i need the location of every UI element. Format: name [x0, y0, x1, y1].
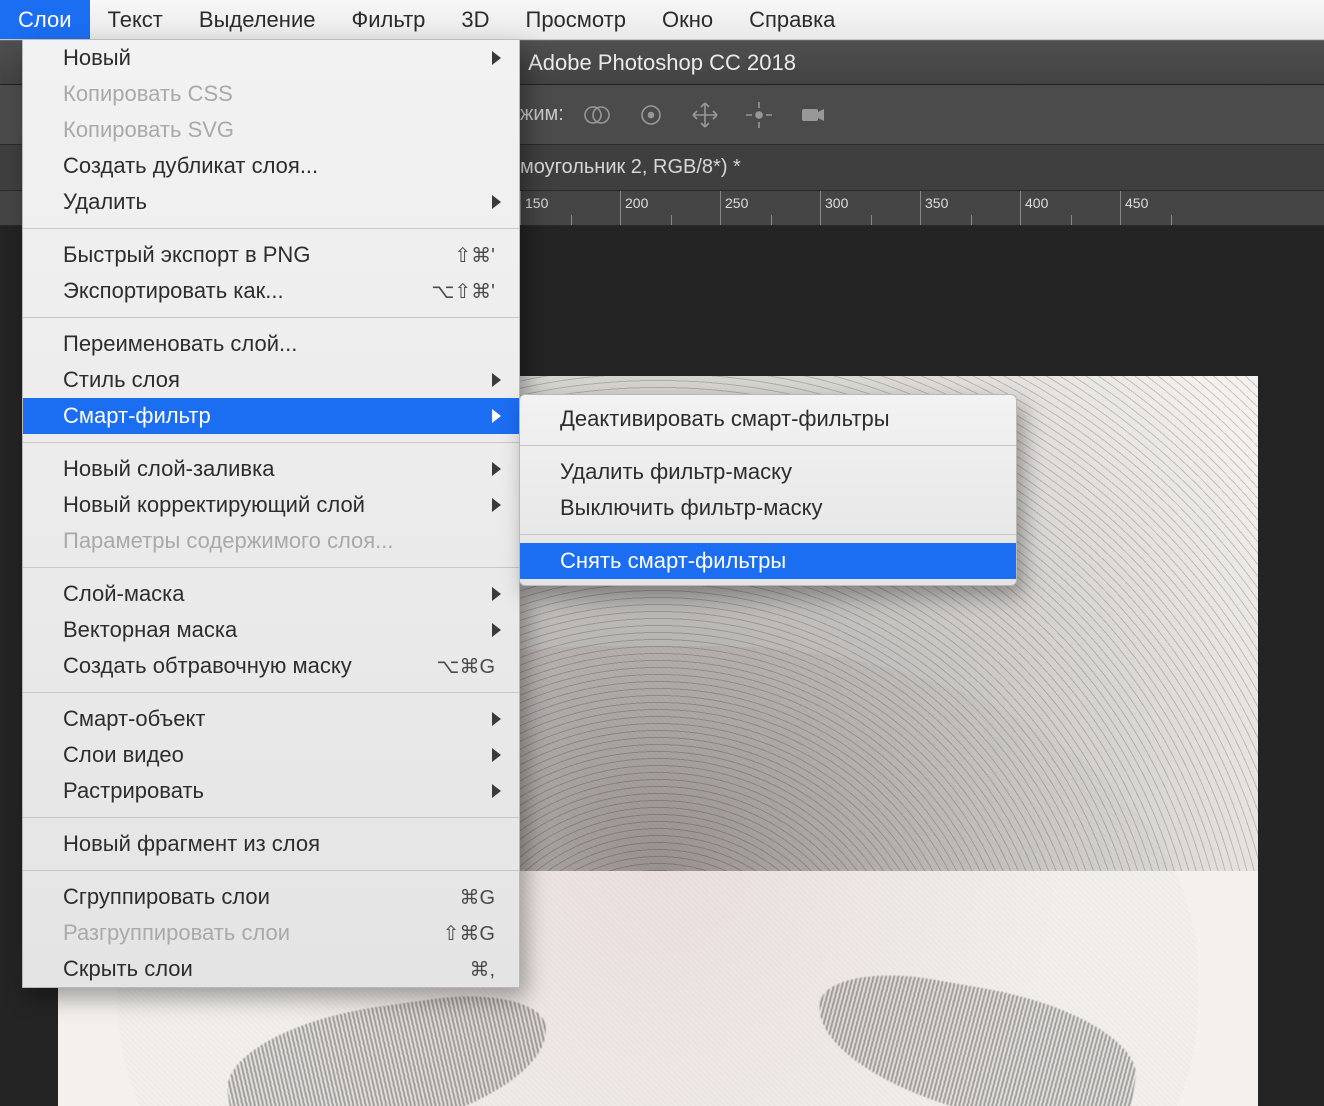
layers_menu-item[interactable]: Переименовать слой...: [23, 326, 519, 362]
menu-item-label: Новый фрагмент из слоя: [63, 831, 320, 857]
smartfilter_submenu-item[interactable]: Выключить фильтр-маску: [520, 490, 1016, 526]
menu-item-label: Скрыть слои: [63, 956, 193, 982]
menu-item-label: Деактивировать смарт-фильтры: [560, 406, 890, 432]
menu-separator: [520, 534, 1016, 535]
menu-item-label: Слой-маска: [63, 581, 185, 607]
menu-item-shortcut: ⌥⇧⌘': [401, 279, 495, 304]
menu-separator: [23, 870, 519, 871]
ruler-tick: 450: [1120, 191, 1220, 225]
layers_menu-item[interactable]: Удалить: [23, 184, 519, 220]
menu-separator: [520, 445, 1016, 446]
layers_menu-item[interactable]: Векторная маска: [23, 612, 519, 648]
ruler-tick: 350: [920, 191, 1020, 225]
menu-item-label: Стиль слоя: [63, 367, 180, 393]
layers_menu-item[interactable]: Новый корректирующий слой: [23, 487, 519, 523]
layers_menu-item[interactable]: Смарт-объект: [23, 701, 519, 737]
camera-icon[interactable]: [796, 98, 830, 132]
smart-filter-submenu: Деактивировать смарт-фильтры Удалить филь…: [519, 394, 1017, 586]
menu-separator: [23, 228, 519, 229]
menu-item-label: Параметры содержимого слоя...: [63, 528, 394, 554]
menu-item-shortcut: ⌘,: [439, 957, 495, 982]
menu-item-label: Экспортировать как...: [63, 278, 284, 304]
menu-item-label: Создать обтравочную маску: [63, 653, 352, 679]
move-arrows-icon[interactable]: [688, 98, 722, 132]
menu-item-shortcut: ⌥⌘G: [406, 654, 495, 679]
menubar-item-text[interactable]: Текст: [90, 0, 181, 39]
menu-item-shortcut: ⇧⌘G: [413, 921, 495, 946]
menu-item-label: Растрировать: [63, 778, 204, 804]
layers_menu-item[interactable]: Новый фрагмент из слоя: [23, 826, 519, 862]
menubar-item-window[interactable]: Окно: [644, 0, 731, 39]
menu-separator: [23, 317, 519, 318]
layers_menu-item[interactable]: Слой-маска: [23, 576, 519, 612]
layers_menu-item[interactable]: Стиль слоя: [23, 362, 519, 398]
menu-item-label: Копировать CSS: [63, 81, 233, 107]
menu-item-label: Выключить фильтр-маску: [560, 495, 822, 521]
layers_menu-item[interactable]: Быстрый экспорт в PNG ⇧⌘': [23, 237, 519, 273]
layers_menu-item: Копировать CSS: [23, 76, 519, 112]
ruler-tick: 150: [520, 191, 620, 225]
layers_menu-item: Разгруппировать слои ⇧⌘G: [23, 915, 519, 951]
menubar-item-filter[interactable]: Фильтр: [333, 0, 443, 39]
menu-item-label: Новый слой-заливка: [63, 456, 274, 482]
target-icon[interactable]: [634, 98, 668, 132]
layers_menu-item[interactable]: Создать дубликат слоя...: [23, 148, 519, 184]
menu-item-label: Удалить: [63, 189, 147, 215]
layers_menu-item[interactable]: Растрировать: [23, 773, 519, 809]
layers_menu-item: Параметры содержимого слоя...: [23, 523, 519, 559]
layers_menu-item[interactable]: Скрыть слои ⌘,: [23, 951, 519, 987]
menu-item-label: Векторная маска: [63, 617, 237, 643]
ruler-tick: 200: [620, 191, 720, 225]
menu-item-label: Смарт-объект: [63, 706, 205, 732]
menu-item-label: Слои видео: [63, 742, 184, 768]
menu-item-label: Разгруппировать слои: [63, 920, 290, 946]
menu-separator: [23, 442, 519, 443]
menu-item-label: Новый корректирующий слой: [63, 492, 365, 518]
toolbar-mode-label: жим:: [520, 103, 564, 126]
menu-item-label: Смарт-фильтр: [63, 403, 211, 429]
mac-menubar: Слои Текст Выделение Фильтр 3D Просмотр …: [0, 0, 1324, 40]
menu-item-label: Снять смарт-фильтры: [560, 548, 786, 574]
layers_menu-item[interactable]: Сгруппировать слои ⌘G: [23, 879, 519, 915]
menu-separator: [23, 692, 519, 693]
menu-item-shortcut: ⌘G: [429, 885, 495, 910]
menu-item-label: Новый: [63, 45, 131, 71]
layers_menu-item[interactable]: Новый слой-заливка: [23, 451, 519, 487]
layers-menu: Новый Копировать CSS Копировать SVG Создать…: [22, 40, 520, 988]
document-tab[interactable]: моугольник 2, RGB/8*) *: [520, 156, 741, 179]
menu-item-label: Переименовать слой...: [63, 331, 297, 357]
layers_menu-item[interactable]: Создать обтравочную маску ⌥⌘G: [23, 648, 519, 684]
layers_menu-item: Копировать SVG: [23, 112, 519, 148]
overlap-shapes-icon[interactable]: [580, 98, 614, 132]
menubar-item-view[interactable]: Просмотр: [508, 0, 644, 39]
layers_menu-item[interactable]: Экспортировать как... ⌥⇧⌘': [23, 273, 519, 309]
menu-separator: [23, 817, 519, 818]
menubar-item-help[interactable]: Справка: [731, 0, 853, 39]
menu-item-label: Создать дубликат слоя...: [63, 153, 318, 179]
ruler-tick: 250: [720, 191, 820, 225]
layers_menu-item[interactable]: Смарт-фильтр: [23, 398, 519, 434]
smartfilter_submenu-item[interactable]: Удалить фильтр-маску: [520, 454, 1016, 490]
layers_menu-item[interactable]: Новый: [23, 40, 519, 76]
menu-item-label: Быстрый экспорт в PNG: [63, 242, 310, 268]
menu-separator: [23, 567, 519, 568]
ruler-tick: 400: [1020, 191, 1120, 225]
app-title: Adobe Photoshop CC 2018: [528, 50, 796, 76]
menubar-item-select[interactable]: Выделение: [181, 0, 334, 39]
ruler-tick: 300: [820, 191, 920, 225]
menubar-item-3d[interactable]: 3D: [443, 0, 507, 39]
menu-item-label: Сгруппировать слои: [63, 884, 270, 910]
menu-item-label: Копировать SVG: [63, 117, 234, 143]
smartfilter_submenu-item[interactable]: Деактивировать смарт-фильтры: [520, 401, 1016, 437]
layers_menu-item[interactable]: Слои видео: [23, 737, 519, 773]
smartfilter_submenu-item[interactable]: Снять смарт-фильтры: [520, 543, 1016, 579]
toolbar-icon-group: [580, 98, 830, 132]
crosshair-dot-icon[interactable]: [742, 98, 776, 132]
menubar-item-layers[interactable]: Слои: [0, 0, 90, 39]
menu-item-shortcut: ⇧⌘': [424, 243, 495, 268]
menu-item-label: Удалить фильтр-маску: [560, 459, 792, 485]
